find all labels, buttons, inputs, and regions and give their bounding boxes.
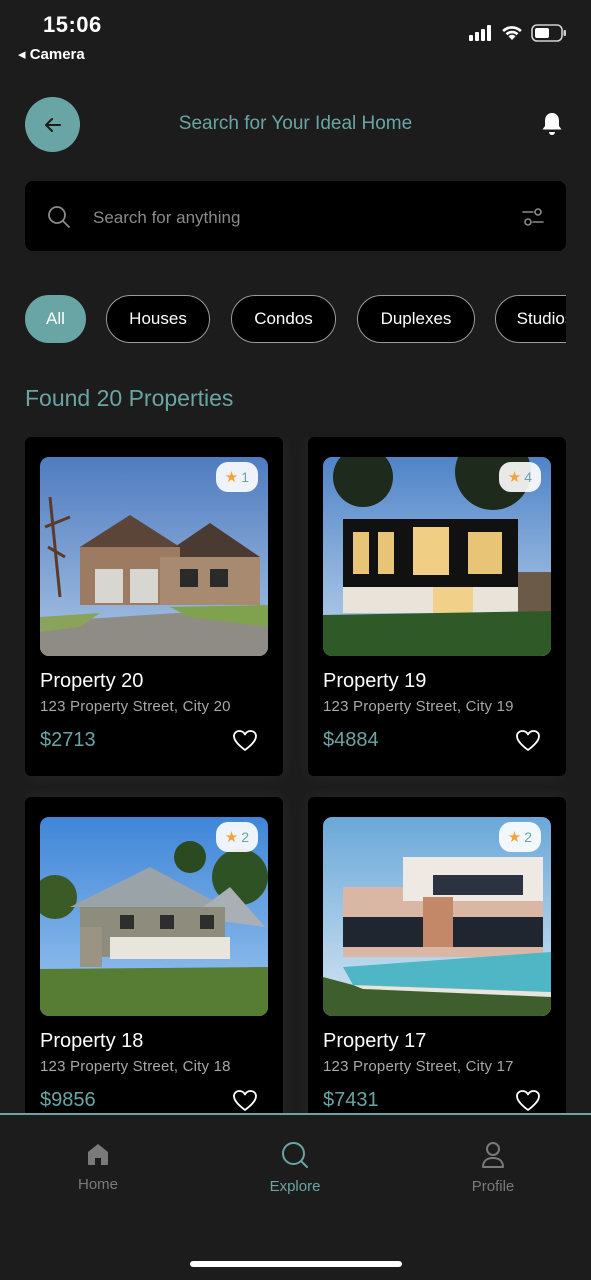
home-indicator[interactable] <box>190 1261 402 1267</box>
search-bar[interactable]: Search for anything <box>25 181 566 251</box>
cellular-signal-icon <box>469 25 491 41</box>
status-bar: 15:06 ◂ Camera <box>0 0 591 70</box>
favorite-heart-icon[interactable] <box>232 729 258 753</box>
star-icon: ★ <box>224 469 239 486</box>
property-grid: ★ 1 Property 20 123 Property Street, Cit… <box>25 437 566 1113</box>
property-card[interactable]: ★ 1 Property 20 123 Property Street, Cit… <box>25 437 283 776</box>
wifi-icon <box>502 26 522 40</box>
category-filter-row: All Houses Condos Duplexes Studios <box>25 295 566 343</box>
rating-badge: ★ 4 <box>498 462 541 492</box>
favorite-heart-icon[interactable] <box>232 1089 258 1113</box>
property-image: ★ 2 <box>323 817 551 1016</box>
property-image: ★ 2 <box>40 817 268 1016</box>
chip-studios[interactable]: Studios <box>495 295 566 343</box>
tab-home[interactable]: Home <box>38 1141 158 1193</box>
star-icon: ★ <box>224 829 239 846</box>
notification-bell-icon[interactable] <box>540 111 564 137</box>
battery-icon <box>531 24 566 42</box>
property-price: $7431 <box>323 1089 379 1111</box>
property-address: 123 Property Street, City 18 <box>40 1058 231 1075</box>
search-icon <box>282 1142 308 1168</box>
property-card[interactable]: ★ 2 Property 17 123 Property Street, Cit… <box>308 797 566 1113</box>
property-image: ★ 4 <box>323 457 551 656</box>
property-name: Property 18 <box>40 1030 144 1052</box>
rating-badge: ★ 2 <box>215 822 258 852</box>
rating-badge: ★ 2 <box>498 822 541 852</box>
app-header: Search for Your Ideal Home <box>25 97 566 153</box>
star-icon: ★ <box>507 829 522 846</box>
property-card[interactable]: ★ 2 Property 18 123 Property Street, Cit… <box>25 797 283 1113</box>
tab-explore-label: Explore <box>269 1178 321 1195</box>
profile-icon <box>482 1142 504 1168</box>
star-icon: ★ <box>507 469 522 486</box>
property-address: 123 Property Street, City 19 <box>323 698 514 715</box>
property-address: 123 Property Street, City 20 <box>40 698 231 715</box>
property-price: $4884 <box>323 729 379 751</box>
status-time: 15:06 <box>43 12 102 37</box>
rating-value: 4 <box>524 469 532 485</box>
property-price: $9856 <box>40 1089 96 1111</box>
tab-profile[interactable]: Profile <box>433 1141 553 1195</box>
rating-value: 2 <box>524 829 532 845</box>
favorite-heart-icon[interactable] <box>515 729 541 753</box>
bottom-tab-bar: Home Explore Profile <box>0 1113 591 1280</box>
results-count: Found 20 Properties <box>25 385 234 411</box>
search-input[interactable]: Search for anything <box>93 208 240 228</box>
chip-houses[interactable]: Houses <box>106 295 210 343</box>
tab-explore[interactable]: Explore <box>235 1141 355 1195</box>
search-icon <box>48 206 70 228</box>
rating-value: 1 <box>241 469 249 485</box>
tab-profile-label: Profile <box>471 1178 515 1195</box>
property-name: Property 19 <box>323 670 427 692</box>
chip-duplexes[interactable]: Duplexes <box>357 295 475 343</box>
favorite-heart-icon[interactable] <box>515 1089 541 1113</box>
rating-value: 2 <box>241 829 249 845</box>
property-name: Property 17 <box>323 1030 427 1052</box>
home-icon <box>88 1144 108 1165</box>
chip-condos[interactable]: Condos <box>231 295 336 343</box>
filter-sliders-icon[interactable] <box>522 207 544 227</box>
status-back-to-camera[interactable]: ◂ Camera <box>18 45 85 63</box>
property-card[interactable]: ★ 4 Property 19 123 Property Street, Cit… <box>308 437 566 776</box>
property-price: $2713 <box>40 729 96 751</box>
page-title: Search for Your Ideal Home <box>178 113 413 134</box>
property-name: Property 20 <box>40 670 144 692</box>
rating-badge: ★ 1 <box>215 462 258 492</box>
tab-home-label: Home <box>77 1176 118 1193</box>
chip-all[interactable]: All <box>25 295 86 343</box>
property-image: ★ 1 <box>40 457 268 656</box>
status-icons <box>469 24 567 42</box>
property-address: 123 Property Street, City 17 <box>323 1058 514 1075</box>
